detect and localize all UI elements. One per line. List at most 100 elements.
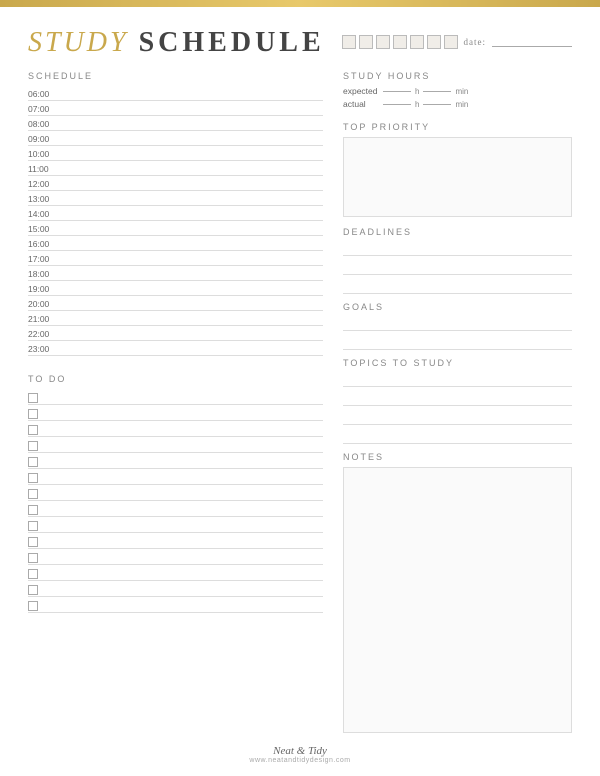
day-box-7[interactable] — [444, 35, 458, 49]
schedule-item-2100[interactable]: 21:00 — [28, 311, 323, 326]
schedule-item-1100[interactable]: 11:00 — [28, 161, 323, 176]
deadline-line-1[interactable] — [343, 242, 572, 256]
date-row: date: — [342, 35, 573, 49]
day-box-3[interactable] — [376, 35, 390, 49]
schedule-item-1900[interactable]: 19:00 — [28, 281, 323, 296]
topics-line-4[interactable] — [343, 430, 572, 444]
todo-item-4[interactable] — [28, 437, 323, 453]
todo-line-3 — [43, 430, 323, 431]
schedule-item-2300[interactable]: 23:00 — [28, 341, 323, 356]
expected-h-input[interactable] — [383, 91, 411, 92]
deadlines-lines — [343, 242, 572, 294]
top-priority-label: TOP PRIORITY — [343, 122, 572, 132]
schedule-line-1700 — [58, 259, 323, 260]
todo-item-11[interactable] — [28, 549, 323, 565]
todo-item-12[interactable] — [28, 565, 323, 581]
top-bar — [0, 0, 600, 7]
todo-line-8 — [43, 510, 323, 511]
page: STUDY SCHEDULE date: SCHEDULE 06:00 — [0, 7, 600, 776]
actual-h-input[interactable] — [383, 104, 411, 105]
todo-checkbox-11[interactable] — [28, 553, 38, 563]
deadline-line-2[interactable] — [343, 261, 572, 275]
todo-checkbox-10[interactable] — [28, 537, 38, 547]
todo-item-5[interactable] — [28, 453, 323, 469]
date-label: date: — [464, 37, 487, 47]
day-box-2[interactable] — [359, 35, 373, 49]
footer-url: www.neatandtidydesign.com — [28, 757, 572, 764]
todo-line-5 — [43, 462, 323, 463]
date-input-line[interactable] — [492, 37, 572, 47]
schedule-item-1400[interactable]: 14:00 — [28, 206, 323, 221]
schedule-item-0600[interactable]: 06:00 — [28, 86, 323, 101]
todo-checkbox-12[interactable] — [28, 569, 38, 579]
day-box-5[interactable] — [410, 35, 424, 49]
schedule-item-1500[interactable]: 15:00 — [28, 221, 323, 236]
schedule-item-1200[interactable]: 12:00 — [28, 176, 323, 191]
schedule-item-1300[interactable]: 13:00 — [28, 191, 323, 206]
todo-line-7 — [43, 494, 323, 495]
todo-item-2[interactable] — [28, 405, 323, 421]
day-box-1[interactable] — [342, 35, 356, 49]
todo-checkbox-2[interactable] — [28, 409, 38, 419]
schedule-item-0900[interactable]: 09:00 — [28, 131, 323, 146]
study-hours-label: STUDY HOURS — [343, 71, 572, 81]
right-column: STUDY HOURS expected h min actual h min … — [343, 71, 572, 733]
notes-section: NOTES — [343, 452, 572, 733]
actual-min-unit: min — [455, 100, 468, 109]
goals-line-1[interactable] — [343, 317, 572, 331]
todo-checkbox-8[interactable] — [28, 505, 38, 515]
todo-item-13[interactable] — [28, 581, 323, 597]
time-1100: 11:00 — [28, 164, 58, 174]
todo-checkbox-7[interactable] — [28, 489, 38, 499]
day-box-6[interactable] — [427, 35, 441, 49]
schedule-item-2200[interactable]: 22:00 — [28, 326, 323, 341]
todo-item-14[interactable] — [28, 597, 323, 613]
todo-checkbox-1[interactable] — [28, 393, 38, 403]
todo-item-8[interactable] — [28, 501, 323, 517]
footer: Neat & Tidy www.neatandtidydesign.com — [28, 741, 572, 764]
top-priority-box[interactable] — [343, 137, 572, 217]
schedule-line-2300 — [58, 349, 323, 350]
todo-checkbox-5[interactable] — [28, 457, 38, 467]
todo-item-1[interactable] — [28, 389, 323, 405]
todo-checkbox-3[interactable] — [28, 425, 38, 435]
todo-section: TO DO — [28, 374, 323, 613]
left-column: SCHEDULE 06:00 07:00 08:00 09:00 10:00 1… — [28, 71, 323, 733]
schedule-item-1000[interactable]: 10:00 — [28, 146, 323, 161]
actual-min-input[interactable] — [423, 104, 451, 105]
todo-line-6 — [43, 478, 323, 479]
time-2200: 22:00 — [28, 329, 58, 339]
todo-item-10[interactable] — [28, 533, 323, 549]
topics-line-1[interactable] — [343, 373, 572, 387]
schedule-line-1400 — [58, 214, 323, 215]
todo-item-9[interactable] — [28, 517, 323, 533]
goals-line-2[interactable] — [343, 336, 572, 350]
todo-item-3[interactable] — [28, 421, 323, 437]
todo-checkbox-13[interactable] — [28, 585, 38, 595]
schedule-line-2200 — [58, 334, 323, 335]
todo-checkbox-9[interactable] — [28, 521, 38, 531]
expected-row: expected h min — [343, 86, 572, 96]
todo-item-6[interactable] — [28, 469, 323, 485]
topics-line-2[interactable] — [343, 392, 572, 406]
notes-box[interactable] — [343, 467, 572, 733]
schedule-item-0800[interactable]: 08:00 — [28, 116, 323, 131]
todo-item-7[interactable] — [28, 485, 323, 501]
notes-label: NOTES — [343, 452, 572, 462]
todo-checkbox-4[interactable] — [28, 441, 38, 451]
schedule-item-1600[interactable]: 16:00 — [28, 236, 323, 251]
todo-line-2 — [43, 414, 323, 415]
schedule-label: SCHEDULE — [28, 71, 323, 81]
schedule-item-2000[interactable]: 20:00 — [28, 296, 323, 311]
day-box-4[interactable] — [393, 35, 407, 49]
todo-line-10 — [43, 542, 323, 543]
goals-label: GOALS — [343, 302, 572, 312]
schedule-item-0700[interactable]: 07:00 — [28, 101, 323, 116]
topics-line-3[interactable] — [343, 411, 572, 425]
schedule-item-1800[interactable]: 18:00 — [28, 266, 323, 281]
deadline-line-3[interactable] — [343, 280, 572, 294]
schedule-item-1700[interactable]: 17:00 — [28, 251, 323, 266]
todo-checkbox-14[interactable] — [28, 601, 38, 611]
todo-checkbox-6[interactable] — [28, 473, 38, 483]
expected-min-input[interactable] — [423, 91, 451, 92]
